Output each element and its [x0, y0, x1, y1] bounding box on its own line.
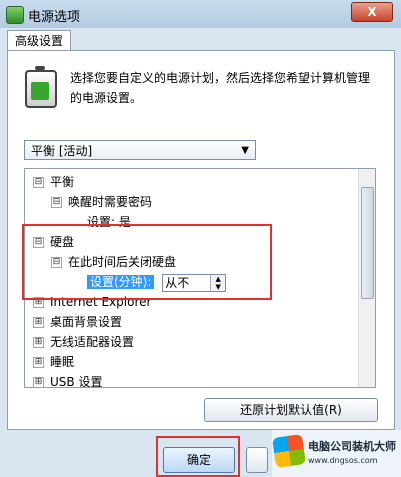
tree-scrollbar[interactable] [358, 169, 375, 387]
battery-icon [25, 66, 57, 108]
ok-button[interactable]: 确定 [163, 447, 235, 473]
red-highlight-hard-disk [22, 224, 272, 300]
collapse-icon[interactable]: ⊟ [33, 177, 44, 188]
tree-item-balanced[interactable]: ⊟ 平衡 [33, 173, 74, 191]
cancel-button[interactable] [246, 447, 268, 473]
restore-defaults-button[interactable]: 还原计划默认值(R) [204, 398, 378, 422]
windows-logo-icon [272, 434, 306, 468]
tree-item-desktop-background[interactable]: ⊞ 桌面背景设置 [33, 313, 122, 331]
title-bar: 电源选项 X [0, 0, 401, 28]
tree-item-sleep[interactable]: ⊞ 睡眠 [33, 353, 74, 371]
expand-icon[interactable]: ⊞ [33, 357, 44, 368]
expand-icon[interactable]: ⊞ [33, 337, 44, 348]
chevron-down-icon[interactable]: ▼ [241, 141, 249, 161]
window-title: 电源选项 [28, 10, 81, 25]
close-button[interactable]: X [351, 2, 393, 22]
watermark: 电脑公司装机大师 www.dngsos.com [272, 430, 401, 477]
tree-item-usb-settings[interactable]: ⊞ USB 设置 [33, 373, 102, 387]
power-options-icon [6, 6, 24, 24]
power-plan-value: 平衡 [活动] [31, 144, 93, 158]
tree-item-wake-password[interactable]: ⊟ 唤醒时需要密码 [51, 193, 152, 211]
watermark-url: www.dngsos.com [308, 456, 378, 465]
expand-icon[interactable]: ⊞ [33, 377, 44, 387]
watermark-title: 电脑公司装机大师 [308, 440, 396, 453]
scrollbar-thumb[interactable] [361, 187, 374, 299]
collapse-icon[interactable]: ⊟ [51, 197, 62, 208]
tree-item-wireless-adapter[interactable]: ⊞ 无线适配器设置 [33, 333, 134, 351]
power-plan-select[interactable]: 平衡 [活动] ▼ [24, 140, 256, 160]
tab-advanced-settings[interactable]: 高级设置 [7, 30, 71, 51]
description-text: 选择您要自定义的电源计划，然后选择您希望计算机管理的电源设置。 [70, 71, 371, 105]
expand-icon[interactable]: ⊞ [33, 317, 44, 328]
